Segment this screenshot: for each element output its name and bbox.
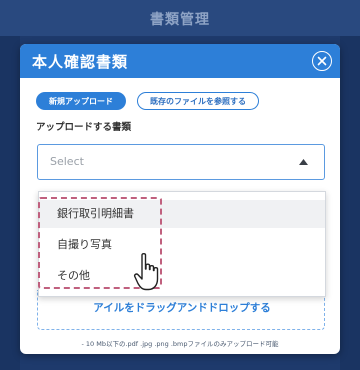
backdrop-side-right — [340, 36, 360, 370]
close-icon — [317, 56, 327, 66]
backdrop-header: 書類管理 — [0, 0, 360, 36]
document-type-select[interactable]: Select — [37, 144, 325, 180]
modal-header: 本人確認書類 — [20, 44, 340, 78]
option-bank-statement[interactable]: 銀行取引明細書 — [39, 200, 325, 228]
modal-title: 本人確認書類 — [32, 53, 129, 71]
select-placeholder: Select — [50, 155, 84, 168]
file-size-note: - 10 Mb以下の.pdf .jpg .png .bmpファイルのみアップロー… — [81, 340, 279, 348]
option-selfie-photo[interactable]: 自撮り写真 — [39, 231, 325, 259]
close-button[interactable] — [312, 51, 332, 71]
drop-zone-text: アイルをドラッグアンドドロップする — [93, 302, 271, 314]
tab-browse-existing[interactable]: 既存のファイルを参照する — [137, 92, 259, 110]
backdrop-title: 書類管理 — [150, 12, 210, 28]
document-type-dropdown: 銀行取引明細書 自撮り写真 その他 — [38, 191, 326, 297]
tab-new-upload[interactable]: 新規アップロード — [36, 92, 126, 110]
document-type-label: アップロードする書類 — [36, 122, 132, 133]
caret-up-icon — [299, 159, 308, 165]
hand-pointer-icon — [133, 252, 159, 291]
option-other[interactable]: その他 — [39, 262, 325, 290]
backdrop-side-left — [0, 36, 20, 370]
